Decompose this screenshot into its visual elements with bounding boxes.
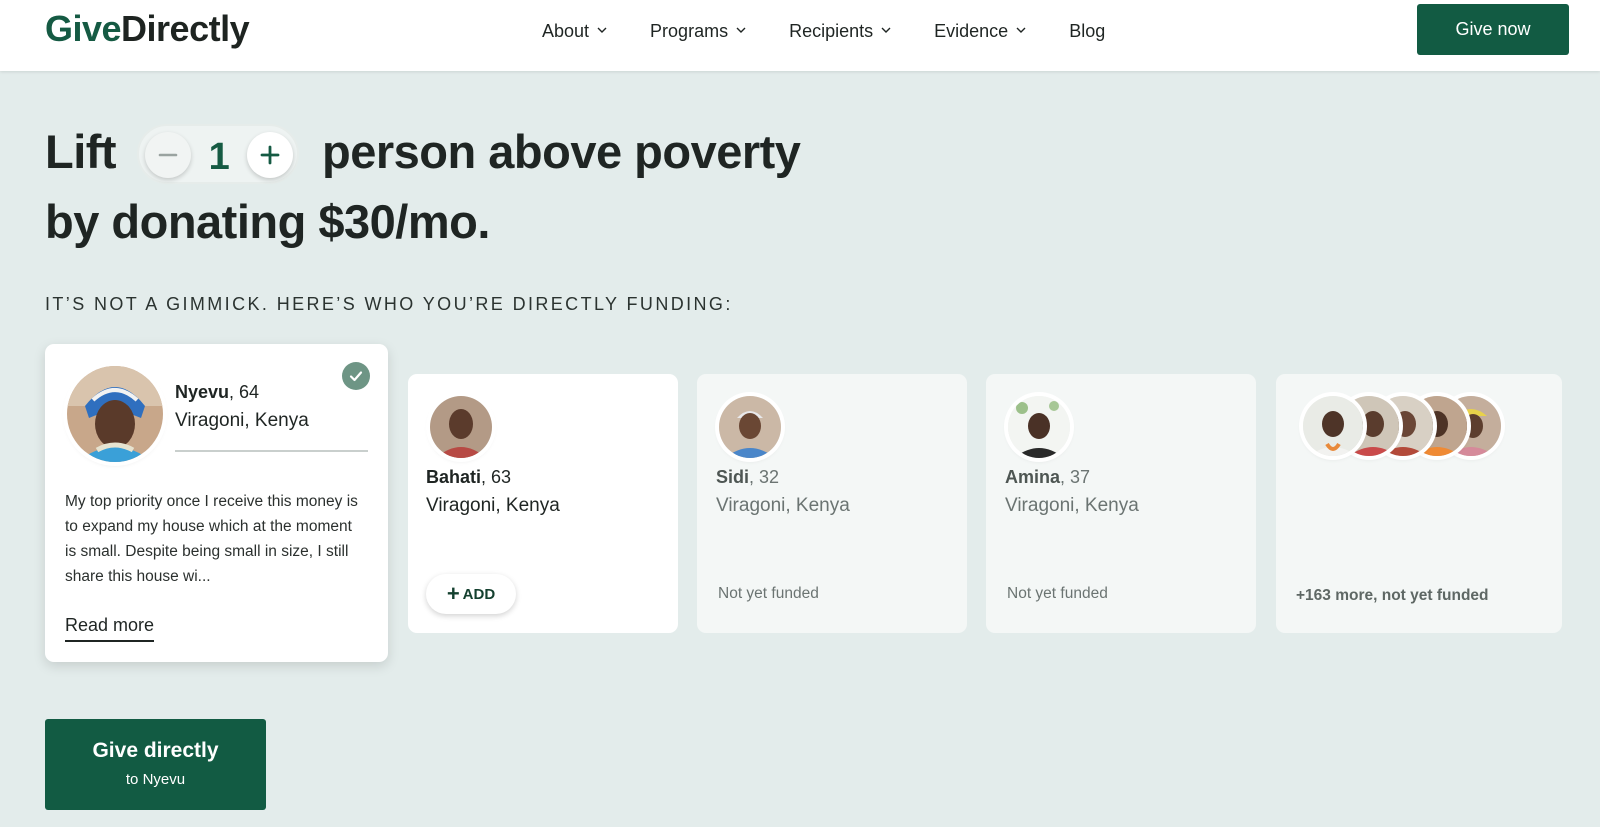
increment-button[interactable] xyxy=(247,132,293,178)
headline-lift: Lift xyxy=(45,125,117,178)
nav-about[interactable]: About xyxy=(542,18,607,44)
headline-line2: by donating $30/mo. xyxy=(45,195,490,248)
nav-recipients[interactable]: Recipients xyxy=(789,18,891,44)
headline-rest: person above poverty xyxy=(322,125,801,178)
add-label: ADD xyxy=(462,585,496,603)
give-now-button[interactable]: Give now xyxy=(1417,4,1569,55)
chevron-down-icon xyxy=(736,27,746,35)
recipient-card-nyevu[interactable]: Nyevu, 64 Viragoni, Kenya My top priorit… xyxy=(45,344,388,662)
nav-about-label: About xyxy=(542,20,590,41)
nav-blog-label: Blog xyxy=(1069,20,1106,41)
nav-recipients-label: Recipients xyxy=(789,20,874,41)
recipient-avatar xyxy=(430,396,492,458)
recipient-name: Bahati, 63 xyxy=(426,467,511,488)
recipient-name: Nyevu, 64 xyxy=(175,382,259,403)
nav-programs-label: Programs xyxy=(650,20,729,41)
give-directly-button[interactable]: Give directly to Nyevu xyxy=(45,719,266,810)
selected-check-icon xyxy=(342,362,370,390)
read-more-link[interactable]: Read more xyxy=(65,615,155,642)
section-subheading: IT’S NOT A GIMMICK. HERE’S WHO YOU’RE DI… xyxy=(45,294,733,314)
recipient-avatar xyxy=(1008,396,1070,458)
recipient-avatar xyxy=(719,396,781,458)
age-text: , 63 xyxy=(481,467,512,487)
recipient-name: Sidi, 32 xyxy=(716,467,779,488)
recipient-avatar xyxy=(1303,396,1363,456)
funding-status: Not yet funded xyxy=(1007,585,1108,602)
age-text: , 32 xyxy=(749,467,780,487)
name-text: Sidi xyxy=(716,467,750,487)
name-text: Nyevu xyxy=(175,382,230,402)
recipient-card-sidi[interactable]: Sidi, 32 Viragoni, Kenya Not yet funded xyxy=(697,374,967,633)
nav-evidence-label: Evidence xyxy=(934,20,1009,41)
divider xyxy=(175,450,368,452)
decrement-button[interactable] xyxy=(145,132,191,178)
nav-evidence[interactable]: Evidence xyxy=(934,18,1026,44)
logo-directly: Directly xyxy=(121,8,250,49)
recipient-location: Viragoni, Kenya xyxy=(175,410,309,431)
add-recipient-button[interactable]: + ADD xyxy=(426,574,516,614)
recipient-location: Viragoni, Kenya xyxy=(426,495,560,516)
chevron-down-icon xyxy=(1016,27,1026,35)
person-count-stepper: 1 xyxy=(137,124,299,184)
recipient-avatar xyxy=(67,366,163,462)
plus-icon xyxy=(260,145,280,165)
more-recipients-label: +163 more, not yet funded xyxy=(1296,587,1489,604)
recipient-quote: My top priority once I receive this mone… xyxy=(65,493,358,585)
recipient-card-amina[interactable]: Amina, 37 Viragoni, Kenya Not yet funded xyxy=(986,374,1256,633)
chevron-down-icon xyxy=(597,27,607,35)
site-header: GiveDirectly About Programs Recipients E… xyxy=(0,0,1600,71)
nav-programs[interactable]: Programs xyxy=(650,18,746,44)
nav-blog[interactable]: Blog xyxy=(1069,18,1105,44)
chevron-down-icon xyxy=(881,27,891,35)
plus-icon: + xyxy=(446,581,460,606)
recipient-location: Viragoni, Kenya xyxy=(716,495,850,516)
recipient-location: Viragoni, Kenya xyxy=(1005,495,1139,516)
age-text: , 64 xyxy=(229,382,260,402)
minus-icon xyxy=(158,153,178,157)
recipient-name: Amina, 37 xyxy=(1005,467,1090,488)
person-count-value: 1 xyxy=(208,136,230,178)
funding-status: Not yet funded xyxy=(718,585,819,602)
name-text: Bahati xyxy=(426,467,482,487)
logo-give: Give xyxy=(45,8,122,49)
give-directly-title: Give directly xyxy=(92,739,219,762)
main-nav: About Programs Recipients Evidence Blog xyxy=(542,18,1105,44)
name-text: Amina xyxy=(1005,467,1061,487)
give-directly-subtitle: to Nyevu xyxy=(125,771,186,788)
age-text: , 37 xyxy=(1060,467,1091,487)
more-recipients-card[interactable]: +163 more, not yet funded xyxy=(1276,374,1562,633)
givedirectly-logo[interactable]: GiveDirectly xyxy=(45,8,250,50)
recipient-card-bahati[interactable]: Bahati, 63 Viragoni, Kenya + ADD xyxy=(408,374,678,633)
